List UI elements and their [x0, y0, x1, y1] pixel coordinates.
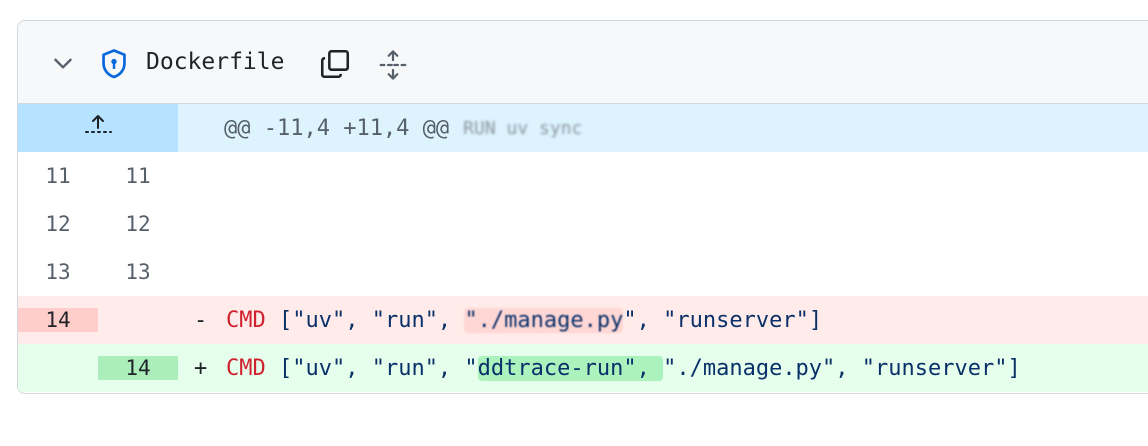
- diff-sign: +: [194, 355, 208, 381]
- chevron-down-icon[interactable]: [50, 50, 76, 76]
- diff-line: 12 12: [18, 200, 1148, 248]
- old-line-number[interactable]: 11: [18, 164, 98, 188]
- added-line: 14 + CMD ["uv", "run", " ddtrace-run", "./…: [18, 344, 1148, 392]
- code-keyword: CMD: [226, 355, 266, 381]
- old-line-number[interactable]: 14: [18, 308, 98, 332]
- code-text: ["uv", "run",: [265, 307, 465, 333]
- line-code: - CMD ["uv", "run", "./manage.py ", "runse…: [178, 296, 1148, 344]
- hunk-text: @@ -11,4 +11,4 @@ RUN uv sync: [178, 104, 1148, 152]
- code-text: ["uv", "run", ": [265, 355, 478, 381]
- line-code: [178, 200, 1148, 248]
- code-text: "./manage.py", "runserver"]: [663, 355, 1021, 381]
- new-line-number[interactable]: 12: [98, 212, 178, 236]
- line-code: [178, 248, 1148, 296]
- copy-icon[interactable]: [316, 45, 354, 83]
- old-line-number[interactable]: 12: [18, 212, 98, 236]
- file-name[interactable]: Dockerfile: [146, 49, 284, 75]
- diff-sign: -: [194, 307, 208, 333]
- diff-line: 11 11: [18, 152, 1148, 200]
- changed-segment: "./manage.py: [464, 307, 624, 333]
- line-code: + CMD ["uv", "run", " ddtrace-run", "./man…: [178, 344, 1148, 392]
- hunk-range: @@ -11,4 +11,4 @@: [224, 115, 450, 141]
- diff-file: Dockerfile @@ -11,4 +11,4 @@ RUN uv sync…: [17, 20, 1148, 394]
- expand-up-icon: [83, 112, 113, 144]
- new-line-number[interactable]: 14: [98, 356, 178, 380]
- new-line-number[interactable]: 13: [98, 260, 178, 284]
- file-header: Dockerfile: [18, 21, 1148, 104]
- hunk-context: RUN uv sync: [463, 117, 583, 139]
- hunk-header: @@ -11,4 +11,4 @@ RUN uv sync: [18, 104, 1148, 152]
- new-line-number[interactable]: 11: [98, 164, 178, 188]
- changed-segment: ddtrace-run",: [477, 355, 664, 381]
- deleted-line: 14 - CMD ["uv", "run", "./manage.py ", "ru…: [18, 296, 1148, 344]
- code-text: ", "runserver"]: [623, 307, 823, 333]
- unfold-icon[interactable]: [375, 47, 411, 83]
- expand-up-button[interactable]: [18, 104, 178, 152]
- old-line-number[interactable]: 13: [18, 260, 98, 284]
- code-keyword: CMD: [226, 307, 266, 333]
- line-code: [178, 152, 1148, 200]
- diff-line: 13 13: [18, 248, 1148, 296]
- shield-icon: [97, 47, 131, 81]
